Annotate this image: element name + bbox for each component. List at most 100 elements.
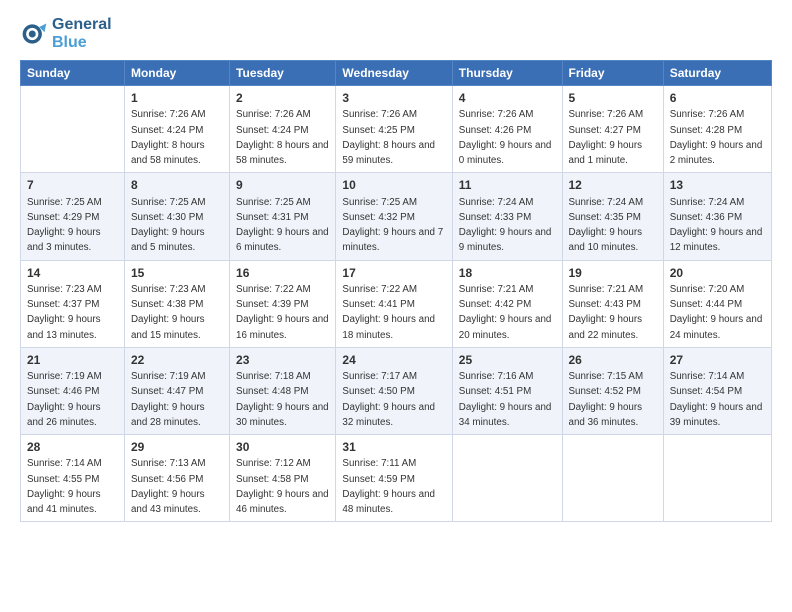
day-number: 16 [236,265,329,282]
day-number: 27 [670,352,765,369]
day-number: 12 [569,177,657,194]
day-number: 18 [459,265,556,282]
logo-text: General Blue [52,16,112,52]
day-info: Sunrise: 7:26 AMSunset: 4:27 PMDaylight:… [569,109,644,166]
day-number: 6 [670,90,765,107]
day-number: 17 [342,265,445,282]
calendar-row: 28Sunrise: 7:14 AMSunset: 4:55 PMDayligh… [21,435,772,522]
day-info: Sunrise: 7:19 AMSunset: 4:47 PMDaylight:… [131,371,206,428]
day-info: Sunrise: 7:26 AMSunset: 4:26 PMDaylight:… [459,109,552,166]
day-number: 30 [236,439,329,456]
calendar-cell: 5 Sunrise: 7:26 AMSunset: 4:27 PMDaylight… [562,86,663,173]
calendar-cell: 11Sunrise: 7:24 AMSunset: 4:33 PMDayligh… [452,173,562,260]
day-info: Sunrise: 7:22 AMSunset: 4:41 PMDaylight:… [342,284,435,341]
day-number: 2 [236,90,329,107]
day-number: 22 [131,352,223,369]
calendar-cell: 14 Sunrise: 7:23 AMSunset: 4:37 PMDayligh… [21,260,125,347]
day-info: Sunrise: 7:22 AMSunset: 4:39 PMDaylight:… [236,284,329,341]
day-info: Sunrise: 7:12 AMSunset: 4:58 PMDaylight:… [236,458,329,515]
calendar-table: SundayMondayTuesdayWednesdayThursdayFrid… [20,60,772,522]
calendar-cell: 30 Sunrise: 7:12 AMSunset: 4:58 PMDayligh… [230,435,336,522]
day-info: Sunrise: 7:20 AMSunset: 4:44 PMDaylight:… [670,284,763,341]
day-number: 19 [569,265,657,282]
weekday-header: Thursday [452,61,562,86]
day-info: Sunrise: 7:24 AMSunset: 4:36 PMDaylight:… [670,197,763,254]
calendar-cell: 28Sunrise: 7:14 AMSunset: 4:55 PMDayligh… [21,435,125,522]
calendar-cell: 4 Sunrise: 7:26 AMSunset: 4:26 PMDaylight… [452,86,562,173]
calendar-cell [21,86,125,173]
day-number: 29 [131,439,223,456]
calendar-cell: 29Sunrise: 7:13 AMSunset: 4:56 PMDayligh… [124,435,229,522]
calendar-cell: 15 Sunrise: 7:23 AMSunset: 4:38 PMDayligh… [124,260,229,347]
day-info: Sunrise: 7:23 AMSunset: 4:37 PMDaylight:… [27,284,102,341]
calendar-cell [562,435,663,522]
calendar-cell: 17 Sunrise: 7:22 AMSunset: 4:41 PMDayligh… [336,260,452,347]
calendar-row: 14 Sunrise: 7:23 AMSunset: 4:37 PMDayligh… [21,260,772,347]
day-info: Sunrise: 7:26 AMSunset: 4:24 PMDaylight:… [131,109,206,166]
day-info: Sunrise: 7:21 AMSunset: 4:43 PMDaylight:… [569,284,644,341]
day-info: Sunrise: 7:24 AMSunset: 4:33 PMDaylight:… [459,197,552,254]
calendar-row: 1 Sunrise: 7:26 AMSunset: 4:24 PMDaylight… [21,86,772,173]
calendar-cell: 20Sunrise: 7:20 AMSunset: 4:44 PMDayligh… [663,260,771,347]
calendar-cell: 9 Sunrise: 7:25 AMSunset: 4:31 PMDaylight… [230,173,336,260]
day-number: 4 [459,90,556,107]
calendar-cell: 18Sunrise: 7:21 AMSunset: 4:42 PMDayligh… [452,260,562,347]
day-number: 8 [131,177,223,194]
header-row: SundayMondayTuesdayWednesdayThursdayFrid… [21,61,772,86]
day-number: 14 [27,265,118,282]
calendar-cell: 23 Sunrise: 7:18 AMSunset: 4:48 PMDayligh… [230,347,336,434]
day-number: 9 [236,177,329,194]
calendar-cell: 1 Sunrise: 7:26 AMSunset: 4:24 PMDaylight… [124,86,229,173]
weekday-header: Friday [562,61,663,86]
calendar-cell: 6 Sunrise: 7:26 AMSunset: 4:28 PMDaylight… [663,86,771,173]
page: General Blue SundayMondayTuesdayWednesda… [0,0,792,532]
calendar-cell: 26Sunrise: 7:15 AMSunset: 4:52 PMDayligh… [562,347,663,434]
calendar-cell: 27 Sunrise: 7:14 AMSunset: 4:54 PMDayligh… [663,347,771,434]
calendar-cell: 8 Sunrise: 7:25 AMSunset: 4:30 PMDaylight… [124,173,229,260]
day-info: Sunrise: 7:25 AMSunset: 4:29 PMDaylight:… [27,197,102,254]
calendar-cell: 24 Sunrise: 7:17 AMSunset: 4:50 PMDayligh… [336,347,452,434]
weekday-header: Sunday [21,61,125,86]
day-number: 1 [131,90,223,107]
day-number: 15 [131,265,223,282]
calendar-row: 7 Sunrise: 7:25 AMSunset: 4:29 PMDaylight… [21,173,772,260]
day-number: 25 [459,352,556,369]
calendar-cell: 16 Sunrise: 7:22 AMSunset: 4:39 PMDayligh… [230,260,336,347]
day-number: 23 [236,352,329,369]
calendar-cell: 2 Sunrise: 7:26 AMSunset: 4:24 PMDaylight… [230,86,336,173]
calendar-cell: 31 Sunrise: 7:11 AMSunset: 4:59 PMDayligh… [336,435,452,522]
day-info: Sunrise: 7:19 AMSunset: 4:46 PMDaylight:… [27,371,102,428]
calendar-cell: 12 Sunrise: 7:24 AMSunset: 4:35 PMDayligh… [562,173,663,260]
calendar-row: 21 Sunrise: 7:19 AMSunset: 4:46 PMDayligh… [21,347,772,434]
calendar-cell: 25 Sunrise: 7:16 AMSunset: 4:51 PMDayligh… [452,347,562,434]
day-number: 31 [342,439,445,456]
day-info: Sunrise: 7:24 AMSunset: 4:35 PMDaylight:… [569,197,644,254]
logo-icon [20,20,48,48]
day-info: Sunrise: 7:25 AMSunset: 4:32 PMDaylight:… [342,197,443,254]
calendar-cell: 13 Sunrise: 7:24 AMSunset: 4:36 PMDayligh… [663,173,771,260]
day-number: 5 [569,90,657,107]
day-number: 10 [342,177,445,194]
day-info: Sunrise: 7:26 AMSunset: 4:28 PMDaylight:… [670,109,763,166]
calendar-cell [663,435,771,522]
calendar-cell: 7 Sunrise: 7:25 AMSunset: 4:29 PMDaylight… [21,173,125,260]
day-info: Sunrise: 7:16 AMSunset: 4:51 PMDaylight:… [459,371,552,428]
calendar-cell: 10 Sunrise: 7:25 AMSunset: 4:32 PMDayligh… [336,173,452,260]
day-info: Sunrise: 7:26 AMSunset: 4:24 PMDaylight:… [236,109,329,166]
calendar-cell: 3Sunrise: 7:26 AMSunset: 4:25 PMDaylight… [336,86,452,173]
day-info: Sunrise: 7:11 AMSunset: 4:59 PMDaylight:… [342,458,435,515]
logo: General Blue [20,16,112,52]
calendar-cell: 22 Sunrise: 7:19 AMSunset: 4:47 PMDayligh… [124,347,229,434]
day-number: 24 [342,352,445,369]
day-info: Sunrise: 7:25 AMSunset: 4:31 PMDaylight:… [236,197,329,254]
day-info: Sunrise: 7:14 AMSunset: 4:54 PMDaylight:… [670,371,763,428]
calendar-cell [452,435,562,522]
day-number: 7 [27,177,118,194]
day-number: 21 [27,352,118,369]
day-number: 13 [670,177,765,194]
day-info: Sunrise: 7:17 AMSunset: 4:50 PMDaylight:… [342,371,435,428]
day-info: Sunrise: 7:26 AMSunset: 4:25 PMDaylight:… [342,109,435,166]
day-info: Sunrise: 7:25 AMSunset: 4:30 PMDaylight:… [131,197,206,254]
day-info: Sunrise: 7:23 AMSunset: 4:38 PMDaylight:… [131,284,206,341]
day-info: Sunrise: 7:18 AMSunset: 4:48 PMDaylight:… [236,371,329,428]
